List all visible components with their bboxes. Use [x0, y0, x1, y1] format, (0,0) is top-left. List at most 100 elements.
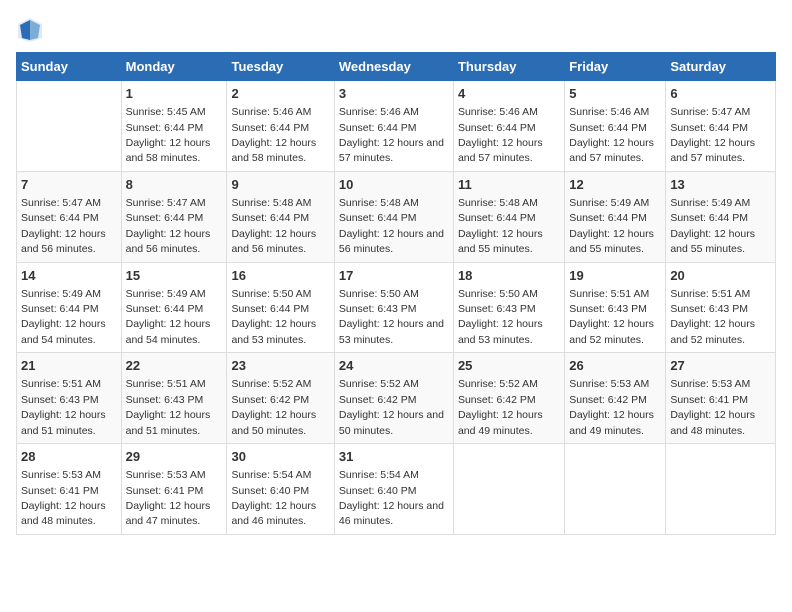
- calendar-cell: 21 Sunrise: 5:51 AM Sunset: 6:43 PM Dayl…: [17, 353, 122, 444]
- sunrise: Sunrise: 5:50 AM: [458, 288, 538, 300]
- calendar-cell: 28 Sunrise: 5:53 AM Sunset: 6:41 PM Dayl…: [17, 444, 122, 535]
- daylight: Daylight: 12 hours and 56 minutes.: [231, 228, 316, 255]
- daylight: Daylight: 12 hours and 54 minutes.: [126, 318, 211, 345]
- calendar-cell: 30 Sunrise: 5:54 AM Sunset: 6:40 PM Dayl…: [227, 444, 334, 535]
- sunrise: Sunrise: 5:51 AM: [569, 288, 649, 300]
- page-header: [16, 16, 776, 44]
- sunrise: Sunrise: 5:51 AM: [670, 288, 750, 300]
- calendar-cell: 6 Sunrise: 5:47 AM Sunset: 6:44 PM Dayli…: [666, 81, 776, 172]
- sunset: Sunset: 6:44 PM: [126, 303, 204, 315]
- day-number: 30: [231, 448, 329, 466]
- calendar-cell: 12 Sunrise: 5:49 AM Sunset: 6:44 PM Dayl…: [565, 171, 666, 262]
- daylight: Daylight: 12 hours and 56 minutes.: [21, 228, 106, 255]
- daylight: Daylight: 12 hours and 51 minutes.: [21, 409, 106, 436]
- daylight: Daylight: 12 hours and 55 minutes.: [458, 228, 543, 255]
- weekday-header-row: SundayMondayTuesdayWednesdayThursdayFrid…: [17, 53, 776, 81]
- day-number: 22: [126, 357, 223, 375]
- calendar-cell: 27 Sunrise: 5:53 AM Sunset: 6:41 PM Dayl…: [666, 353, 776, 444]
- sunset: Sunset: 6:44 PM: [126, 212, 204, 224]
- sunrise: Sunrise: 5:50 AM: [231, 288, 311, 300]
- sunrise: Sunrise: 5:47 AM: [670, 106, 750, 118]
- day-number: 2: [231, 85, 329, 103]
- calendar-cell: 23 Sunrise: 5:52 AM Sunset: 6:42 PM Dayl…: [227, 353, 334, 444]
- sunset: Sunset: 6:41 PM: [21, 485, 99, 497]
- day-number: 14: [21, 267, 117, 285]
- sunset: Sunset: 6:44 PM: [569, 212, 647, 224]
- day-number: 15: [126, 267, 223, 285]
- day-number: 24: [339, 357, 449, 375]
- calendar-cell: 14 Sunrise: 5:49 AM Sunset: 6:44 PM Dayl…: [17, 262, 122, 353]
- day-number: 10: [339, 176, 449, 194]
- sunset: Sunset: 6:44 PM: [231, 303, 309, 315]
- calendar-cell: 5 Sunrise: 5:46 AM Sunset: 6:44 PM Dayli…: [565, 81, 666, 172]
- calendar-cell: 8 Sunrise: 5:47 AM Sunset: 6:44 PM Dayli…: [121, 171, 227, 262]
- day-number: 25: [458, 357, 560, 375]
- sunrise: Sunrise: 5:46 AM: [458, 106, 538, 118]
- day-number: 19: [569, 267, 661, 285]
- day-number: 6: [670, 85, 771, 103]
- week-row-2: 7 Sunrise: 5:47 AM Sunset: 6:44 PM Dayli…: [17, 171, 776, 262]
- day-number: 31: [339, 448, 449, 466]
- sunset: Sunset: 6:44 PM: [339, 212, 417, 224]
- sunset: Sunset: 6:42 PM: [231, 394, 309, 406]
- calendar-cell: 2 Sunrise: 5:46 AM Sunset: 6:44 PM Dayli…: [227, 81, 334, 172]
- calendar-cell: 10 Sunrise: 5:48 AM Sunset: 6:44 PM Dayl…: [334, 171, 453, 262]
- sunrise: Sunrise: 5:49 AM: [569, 197, 649, 209]
- weekday-header-friday: Friday: [565, 53, 666, 81]
- daylight: Daylight: 12 hours and 55 minutes.: [670, 228, 755, 255]
- sunset: Sunset: 6:44 PM: [231, 122, 309, 134]
- sunrise: Sunrise: 5:49 AM: [126, 288, 206, 300]
- daylight: Daylight: 12 hours and 47 minutes.: [126, 500, 211, 527]
- sunset: Sunset: 6:44 PM: [21, 212, 99, 224]
- daylight: Daylight: 12 hours and 48 minutes.: [670, 409, 755, 436]
- calendar-cell: 22 Sunrise: 5:51 AM Sunset: 6:43 PM Dayl…: [121, 353, 227, 444]
- sunrise: Sunrise: 5:54 AM: [231, 469, 311, 481]
- sunset: Sunset: 6:44 PM: [458, 212, 536, 224]
- week-row-3: 14 Sunrise: 5:49 AM Sunset: 6:44 PM Dayl…: [17, 262, 776, 353]
- daylight: Daylight: 12 hours and 57 minutes.: [339, 137, 444, 164]
- day-number: 18: [458, 267, 560, 285]
- sunset: Sunset: 6:41 PM: [670, 394, 748, 406]
- sunrise: Sunrise: 5:52 AM: [231, 378, 311, 390]
- daylight: Daylight: 12 hours and 50 minutes.: [339, 409, 444, 436]
- sunset: Sunset: 6:44 PM: [126, 122, 204, 134]
- sunset: Sunset: 6:44 PM: [339, 122, 417, 134]
- sunset: Sunset: 6:43 PM: [458, 303, 536, 315]
- sunset: Sunset: 6:43 PM: [21, 394, 99, 406]
- daylight: Daylight: 12 hours and 50 minutes.: [231, 409, 316, 436]
- calendar-cell: 31 Sunrise: 5:54 AM Sunset: 6:40 PM Dayl…: [334, 444, 453, 535]
- calendar-cell: 26 Sunrise: 5:53 AM Sunset: 6:42 PM Dayl…: [565, 353, 666, 444]
- day-number: 12: [569, 176, 661, 194]
- calendar-cell: 1 Sunrise: 5:45 AM Sunset: 6:44 PM Dayli…: [121, 81, 227, 172]
- sunrise: Sunrise: 5:51 AM: [21, 378, 101, 390]
- day-number: 1: [126, 85, 223, 103]
- weekday-header-thursday: Thursday: [453, 53, 564, 81]
- sunrise: Sunrise: 5:48 AM: [231, 197, 311, 209]
- sunrise: Sunrise: 5:53 AM: [126, 469, 206, 481]
- calendar-cell: [453, 444, 564, 535]
- sunset: Sunset: 6:43 PM: [670, 303, 748, 315]
- day-number: 20: [670, 267, 771, 285]
- calendar-cell: 18 Sunrise: 5:50 AM Sunset: 6:43 PM Dayl…: [453, 262, 564, 353]
- calendar-cell: 17 Sunrise: 5:50 AM Sunset: 6:43 PM Dayl…: [334, 262, 453, 353]
- sunrise: Sunrise: 5:46 AM: [569, 106, 649, 118]
- day-number: 3: [339, 85, 449, 103]
- sunrise: Sunrise: 5:46 AM: [231, 106, 311, 118]
- sunrise: Sunrise: 5:46 AM: [339, 106, 419, 118]
- calendar-cell: 7 Sunrise: 5:47 AM Sunset: 6:44 PM Dayli…: [17, 171, 122, 262]
- sunrise: Sunrise: 5:45 AM: [126, 106, 206, 118]
- daylight: Daylight: 12 hours and 56 minutes.: [339, 228, 444, 255]
- calendar-cell: 13 Sunrise: 5:49 AM Sunset: 6:44 PM Dayl…: [666, 171, 776, 262]
- sunset: Sunset: 6:44 PM: [231, 212, 309, 224]
- daylight: Daylight: 12 hours and 46 minutes.: [231, 500, 316, 527]
- sunrise: Sunrise: 5:51 AM: [126, 378, 206, 390]
- daylight: Daylight: 12 hours and 48 minutes.: [21, 500, 106, 527]
- calendar-table: SundayMondayTuesdayWednesdayThursdayFrid…: [16, 52, 776, 535]
- sunset: Sunset: 6:44 PM: [458, 122, 536, 134]
- calendar-cell: [17, 81, 122, 172]
- week-row-1: 1 Sunrise: 5:45 AM Sunset: 6:44 PM Dayli…: [17, 81, 776, 172]
- day-number: 8: [126, 176, 223, 194]
- sunset: Sunset: 6:42 PM: [458, 394, 536, 406]
- logo-icon: [16, 16, 44, 44]
- day-number: 21: [21, 357, 117, 375]
